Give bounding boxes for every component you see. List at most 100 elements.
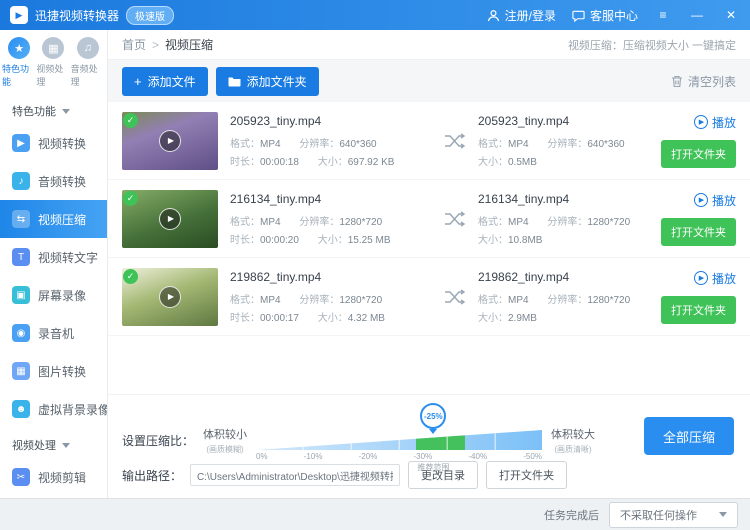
tab-featured-functions[interactable]: ★ 特色功能	[2, 37, 36, 88]
play-label: 播放	[711, 115, 736, 130]
compression-slider[interactable]: -25% 0% -10% -20% -30% -40% -50% 推荐范围	[256, 403, 543, 472]
shuffle-icon	[438, 210, 472, 227]
slider-handle[interactable]: -25%	[420, 403, 447, 434]
format-value: MP4	[508, 138, 529, 150]
sidebar-item-label: 视频转文字	[38, 250, 99, 265]
output-path-input[interactable]	[190, 464, 401, 486]
output-meta-line: 大小：0.5MB	[478, 153, 660, 168]
duration-value: 00:00:17	[260, 312, 299, 324]
sidebar-item-video-convert[interactable]: ▶ 视频转换	[0, 124, 107, 162]
sidebar: ★ 特色功能 ▦ 视频处理 ♫ 音频处理 特色功能 ▶ 视频转换 ♪ 音频转换 …	[0, 30, 108, 498]
titlebar-actions: 注册/登录 客服中心 ≡ — ✕	[487, 7, 740, 24]
play-overlay-icon[interactable]: ▶	[159, 285, 181, 308]
resolution-label: 分辨率：	[299, 216, 340, 228]
sidebar-item-voice-recorder[interactable]: ◉ 录音机	[0, 314, 107, 352]
sidebar-item-image-convert[interactable]: ▦ 图片转换	[0, 352, 107, 390]
chevron-down-icon	[62, 442, 70, 448]
breadcrumb-current: 视频压缩	[165, 38, 214, 52]
file-list: ✓ ▶ 205923_tiny.mp4 格式：MP4 分辨率：640*360 时…	[108, 102, 750, 394]
grid-icon: ▦	[42, 37, 65, 59]
sidebar-item-video-to-text[interactable]: T 视频转文字	[0, 238, 107, 276]
tab-label: 音频处理	[70, 64, 98, 87]
app-window: ▶ 迅捷视频转换器 极速版 注册/登录 客服中心 ≡ — ✕ ★ 特色功能 ▦ …	[0, 0, 750, 530]
chat-icon	[572, 10, 585, 22]
play-button[interactable]: ▶ 播放	[693, 270, 736, 287]
row-actions: ▶ 播放 打开文件夹	[661, 270, 736, 324]
sidebar-item-audio-convert[interactable]: ♪ 音频转换	[0, 162, 107, 200]
output-file-name: 219862_tiny.mp4	[478, 269, 570, 284]
compression-ratio-label: 设置压缩比：	[122, 433, 195, 448]
breadcrumb-home[interactable]: 首页	[122, 36, 146, 53]
add-folder-label: 添加文件夹	[246, 74, 307, 89]
user-icon	[487, 9, 499, 21]
play-button[interactable]: ▶ 播放	[693, 192, 736, 209]
compress-all-button[interactable]: 全部压缩	[644, 417, 734, 455]
sidebar-section-featured[interactable]: 特色功能	[0, 94, 107, 124]
after-task-action-value: 不采取任何操作	[620, 509, 697, 522]
login-button[interactable]: 注册/登录	[487, 7, 556, 24]
person-icon: ☻	[12, 400, 30, 418]
size-label: 大小：	[478, 156, 508, 168]
sidebar-section-video-processing[interactable]: 视频处理	[0, 428, 107, 458]
format-value: MP4	[508, 216, 529, 228]
video-thumbnail[interactable]: ✓ ▶	[122, 111, 218, 170]
format-label: 格式：	[478, 294, 508, 306]
format-value: MP4	[260, 138, 281, 150]
output-file-name: 216134_tiny.mp4	[478, 191, 570, 206]
after-task-action-dropdown[interactable]: 不采取任何操作	[609, 501, 738, 528]
size-label: 大小：	[478, 312, 508, 324]
output-meta-line: 大小：2.9MB	[478, 309, 660, 324]
duration-label: 时长：	[230, 234, 260, 246]
file-row: ✓ ▶ 219862_tiny.mp4 格式：MP4 分辨率：1280*720 …	[108, 258, 750, 336]
smaller-size-label: 体积较小 (画质模糊)	[203, 428, 248, 454]
source-file-name: 219862_tiny.mp4	[230, 269, 322, 284]
sidebar-item-virtual-background[interactable]: ☻ 虚拟背景录像	[0, 390, 107, 428]
add-file-button[interactable]: + 添加文件	[122, 66, 208, 96]
play-label: 播放	[711, 193, 736, 208]
source-meta-line: 格式：MP4 分辨率：1280*720	[230, 291, 438, 306]
play-button[interactable]: ▶ 播放	[693, 114, 736, 131]
file-row: ✓ ▶ 216134_tiny.mp4 格式：MP4 分辨率：1280*720 …	[108, 180, 750, 258]
size-value: 0.5MB	[508, 156, 537, 168]
sidebar-item-video-edit[interactable]: ✂ 视频剪辑	[0, 458, 107, 496]
open-output-folder-button[interactable]: 打开文件夹	[486, 461, 568, 489]
open-folder-button[interactable]: 打开文件夹	[661, 217, 736, 246]
titlebar: ▶ 迅捷视频转换器 极速版 注册/登录 客服中心 ≡ — ✕	[0, 0, 750, 30]
sidebar-item-video-compress[interactable]: ⇆ 视频压缩	[0, 200, 107, 238]
close-button[interactable]: ✕	[722, 8, 740, 22]
size-label: 大小：	[317, 312, 348, 324]
clear-list-button[interactable]: 清空列表	[671, 73, 736, 90]
output-meta-line: 格式：MP4 分辨率：1280*720	[478, 213, 660, 228]
open-folder-button[interactable]: 打开文件夹	[661, 295, 736, 324]
tick-label: -10%	[303, 452, 323, 461]
source-file-info: 219862_tiny.mp4 格式：MP4 分辨率：1280*720 时长：0…	[230, 270, 438, 324]
sidebar-item-screen-record[interactable]: ▣ 屏幕录像	[0, 276, 107, 314]
video-thumbnail[interactable]: ✓ ▶	[122, 189, 218, 248]
minimize-button[interactable]: —	[688, 8, 706, 22]
play-overlay-icon[interactable]: ▶	[159, 129, 181, 152]
tab-audio-processing[interactable]: ♫ 音频处理	[71, 37, 105, 88]
check-icon: ✓	[123, 190, 138, 206]
play-overlay-icon[interactable]: ▶	[159, 207, 181, 230]
customer-service-button[interactable]: 客服中心	[572, 7, 638, 24]
trash-icon	[671, 75, 682, 87]
statusbar: 任务完成后 不采取任何操作	[0, 498, 750, 530]
slider-track[interactable]	[256, 430, 543, 450]
file-row: ✓ ▶ 205923_tiny.mp4 格式：MP4 分辨率：640*360 时…	[108, 102, 750, 180]
format-label: 格式：	[478, 138, 508, 150]
resolution-value: 1280*720	[587, 216, 631, 228]
add-folder-button[interactable]: 添加文件夹	[215, 66, 319, 96]
microphone-icon: ◉	[12, 324, 30, 342]
source-file-name: 216134_tiny.mp4	[230, 191, 322, 206]
scissors-icon: ✂	[12, 468, 30, 486]
add-file-label: 添加文件	[147, 74, 196, 89]
music-icon: ♫	[76, 37, 99, 59]
tab-video-processing[interactable]: ▦ 视频处理	[36, 37, 70, 88]
open-folder-button[interactable]: 打开文件夹	[661, 139, 736, 168]
toolbar: + 添加文件 添加文件夹 清空列表	[108, 60, 750, 102]
video-thumbnail[interactable]: ✓ ▶	[122, 267, 218, 326]
source-meta-line: 时长：00:00:17 大小：4.32 MB	[230, 309, 438, 324]
menu-button[interactable]: ≡	[654, 8, 672, 22]
tab-label: 视频处理	[36, 64, 64, 87]
check-icon: ✓	[123, 268, 138, 284]
